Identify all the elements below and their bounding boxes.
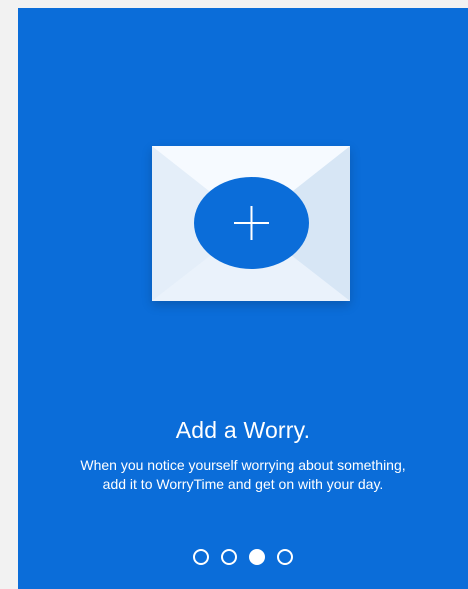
page-dot-1[interactable] [193,549,209,565]
page-dot-4[interactable] [277,549,293,565]
onboarding-screen: Add a Worry. When you notice yourself wo… [18,8,468,589]
app-frame: Add a Worry. When you notice yourself wo… [0,0,468,589]
page-dot-3[interactable] [249,549,265,565]
onboarding-title: Add a Worry. [175,417,311,443]
page-dot-2[interactable] [221,549,237,565]
page-indicator [18,549,468,565]
add-worry-button[interactable] [194,177,309,269]
onboarding-description: When you notice yourself worrying about … [80,457,406,492]
plus-icon [234,206,269,240]
